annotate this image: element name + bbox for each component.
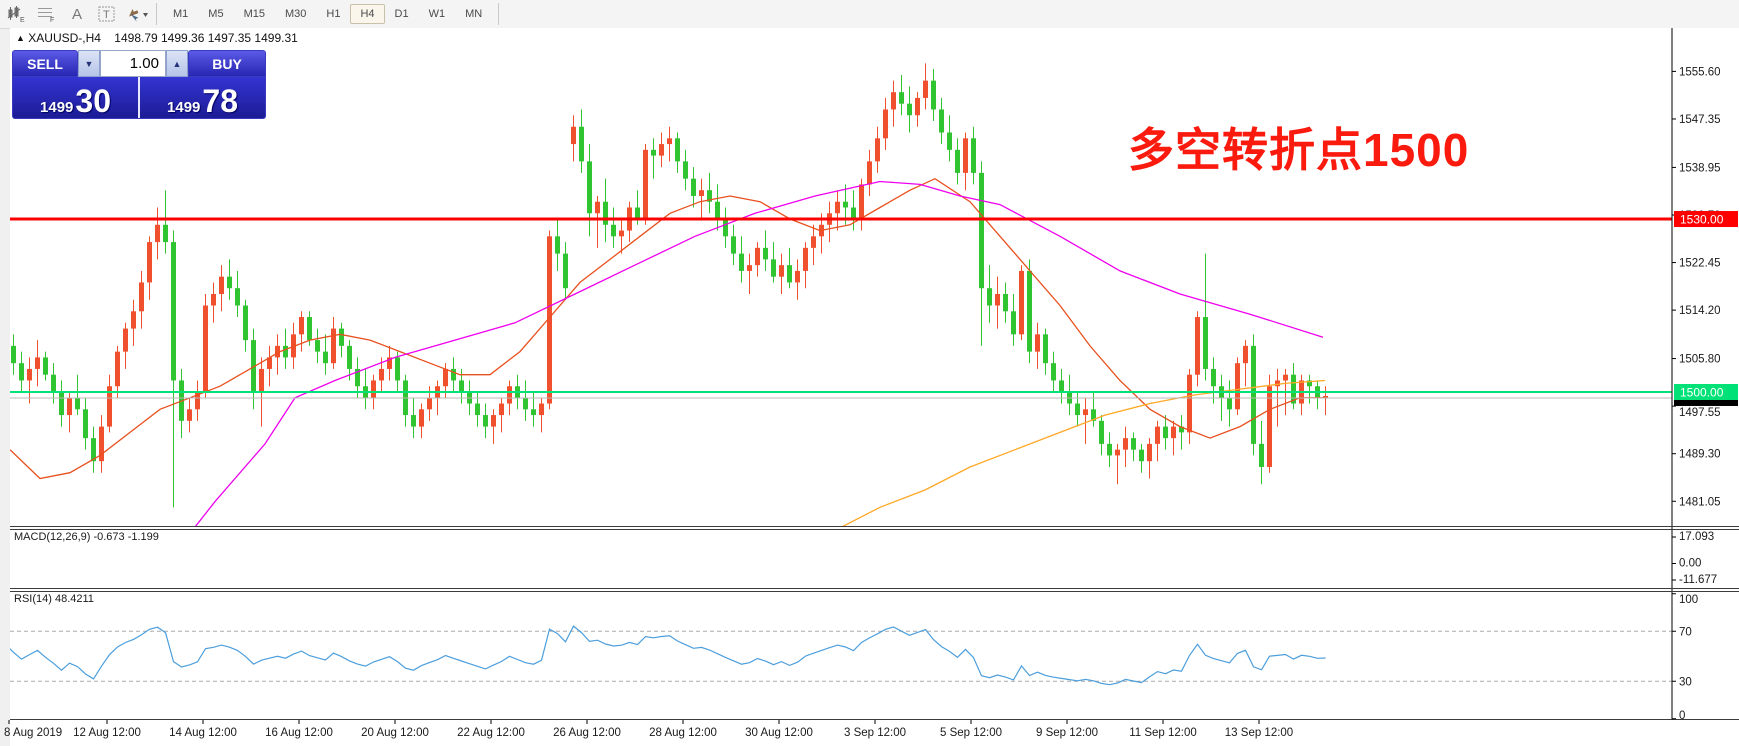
svg-text:8 Aug 2019: 8 Aug 2019 — [4, 727, 62, 739]
svg-text:11 Sep 12:00: 11 Sep 12:00 — [1129, 727, 1197, 739]
svg-text:3 Sep 12:00: 3 Sep 12:00 — [844, 727, 906, 739]
svg-text:20 Aug 12:00: 20 Aug 12:00 — [361, 727, 429, 739]
svg-text:9 Sep 12:00: 9 Sep 12:00 — [1036, 727, 1098, 739]
svg-text:1500.00: 1500.00 — [1680, 386, 1724, 400]
svg-text:22 Aug 12:00: 22 Aug 12:00 — [457, 727, 525, 739]
macd-axis-label: -11.677 — [1679, 574, 1717, 586]
svg-text:30 Aug 12:00: 30 Aug 12:00 — [745, 727, 813, 739]
volume-increase-button[interactable]: ▲ — [166, 50, 188, 77]
svg-text:14 Aug 12:00: 14 Aug 12:00 — [169, 727, 237, 739]
volume-decrease-button[interactable]: ▼ — [78, 50, 100, 77]
one-click-trading-panel: SELL ▼ 1.00 ▲ BUY 1499 30 1499 78 — [12, 50, 266, 119]
rsi-axis-label: 100 — [1679, 594, 1698, 606]
sell-button[interactable]: SELL — [12, 50, 78, 77]
svg-text:1547.35: 1547.35 — [1679, 114, 1721, 126]
svg-text:5 Sep 12:00: 5 Sep 12:00 — [940, 727, 1002, 739]
sell-price-major: 1499 — [40, 100, 73, 115]
svg-text:16 Aug 12:00: 16 Aug 12:00 — [265, 727, 333, 739]
svg-text:1481.05: 1481.05 — [1679, 496, 1721, 508]
svg-text:1530.00: 1530.00 — [1680, 213, 1724, 227]
quote-direction-icon: ▲ — [16, 33, 25, 43]
svg-text:1514.20: 1514.20 — [1679, 305, 1721, 317]
svg-text:1538.95: 1538.95 — [1679, 162, 1721, 174]
macd-axis-label: 17.093 — [1679, 531, 1714, 543]
svg-text:1555.60: 1555.60 — [1679, 66, 1721, 78]
buy-price-major: 1499 — [167, 100, 200, 115]
rsi-axis-label: 70 — [1679, 626, 1692, 638]
symbol-period-label: XAUUSD-,H4 — [28, 31, 101, 45]
svg-text:12 Aug 12:00: 12 Aug 12:00 — [73, 727, 141, 739]
svg-text:1505.80: 1505.80 — [1679, 354, 1721, 366]
rsi-axis-label: 30 — [1679, 676, 1692, 688]
svg-text:1522.45: 1522.45 — [1679, 258, 1721, 270]
svg-text:28 Aug 12:00: 28 Aug 12:00 — [649, 727, 717, 739]
svg-text:1497.55: 1497.55 — [1679, 407, 1721, 419]
price-tag-1500.00: 1500.00 — [1674, 384, 1738, 400]
rsi-axis-label: 0 — [1679, 710, 1685, 722]
annotation-text: 多空转折点1500 — [1128, 114, 1469, 180]
chart-title: ▲ XAUUSD-,H4 1498.79 1499.36 1497.35 149… — [16, 31, 298, 45]
rsi-label: RSI(14) 48.4211 — [14, 593, 94, 605]
buy-button[interactable]: BUY — [188, 50, 266, 77]
sell-price-pips: 30 — [75, 88, 111, 115]
sell-price-display[interactable]: 1499 30 — [13, 77, 138, 118]
svg-text:26 Aug 12:00: 26 Aug 12:00 — [553, 727, 621, 739]
price-tag-1530.00: 1530.00 — [1674, 211, 1738, 227]
volume-input[interactable]: 1.00 — [100, 50, 166, 77]
svg-text:1489.30: 1489.30 — [1679, 449, 1721, 461]
buy-price-display[interactable]: 1499 78 — [140, 77, 265, 118]
macd-label: MACD(12,26,9) -0.673 -1.199 — [14, 531, 159, 543]
svg-text:13 Sep 12:00: 13 Sep 12:00 — [1225, 727, 1293, 739]
macd-axis-label: 0.00 — [1679, 558, 1701, 570]
buy-price-pips: 78 — [202, 88, 238, 115]
ohlc-values: 1498.79 1499.36 1497.35 1499.31 — [114, 31, 298, 45]
